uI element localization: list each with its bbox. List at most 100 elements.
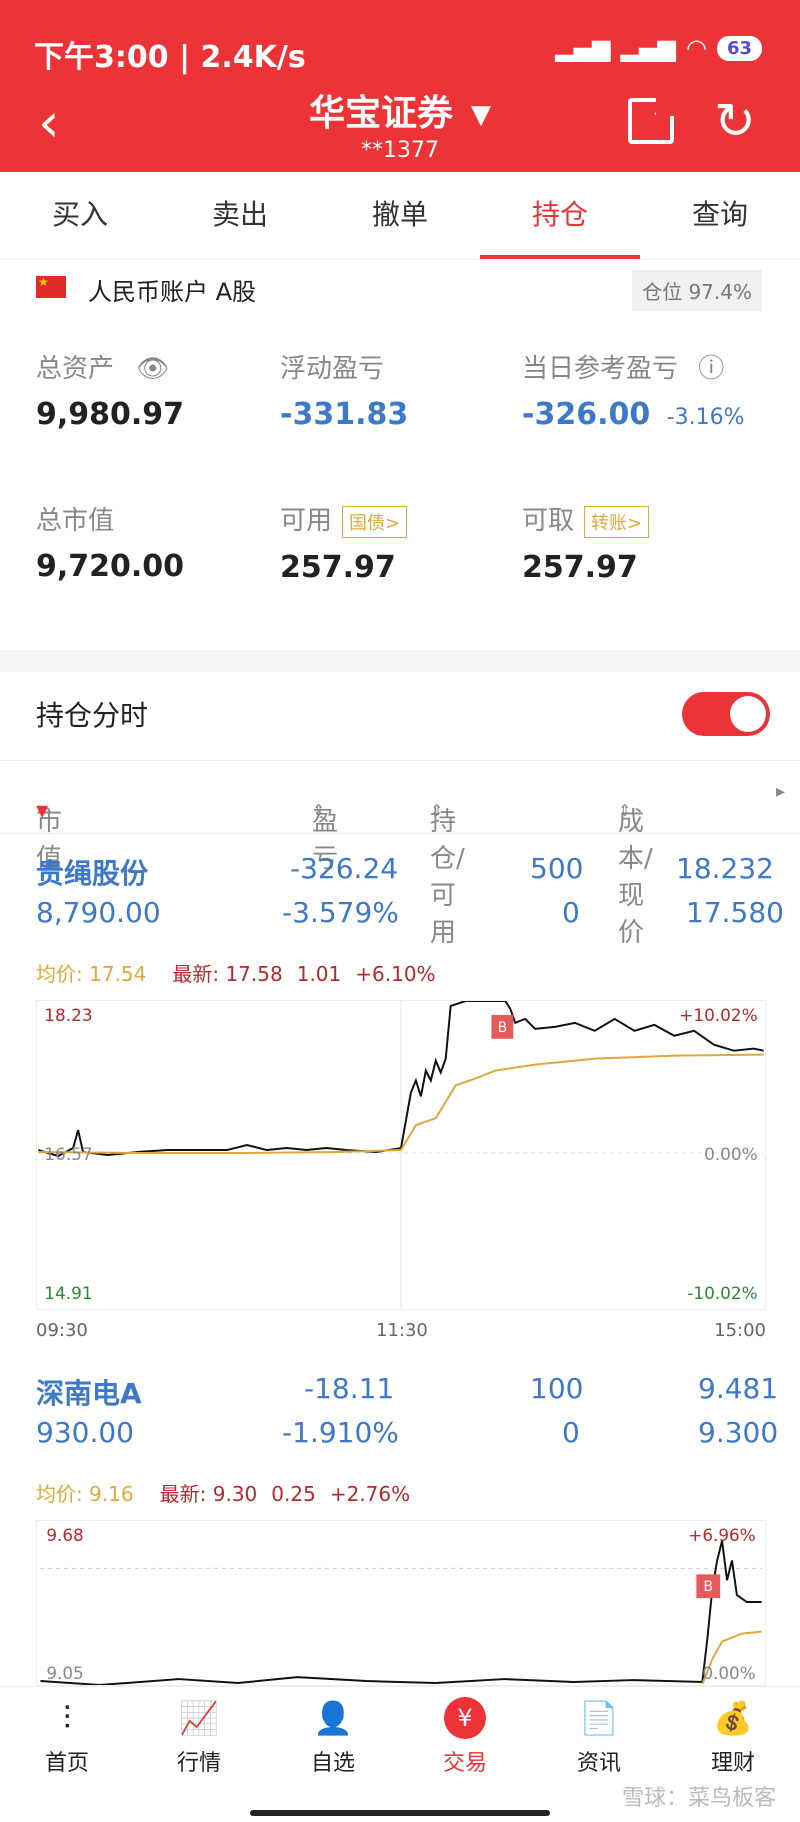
share-icon[interactable]: ↗ (628, 92, 676, 144)
stock-qty: 100 (530, 1372, 584, 1405)
buy-marker-label: B (704, 1579, 714, 1595)
transfer-chip[interactable]: 转账> (584, 505, 650, 538)
stock-name[interactable]: 深南电A (36, 1372, 142, 1412)
chart-high: 18.23 (44, 1005, 92, 1025)
chart-low: 14.91 (44, 1283, 92, 1303)
section-title: 持仓分时 (36, 699, 149, 732)
chart-icon: 📈 (179, 1699, 219, 1737)
home-indicator[interactable] (250, 1810, 550, 1816)
intraday-toggle[interactable] (682, 692, 770, 736)
stock-pl-pct: -3.579% (282, 896, 399, 929)
section-divider (0, 650, 800, 672)
broker-name: 华宝证券 (308, 93, 453, 134)
nav-home[interactable]: ⫶ 首页 (12, 1697, 122, 1777)
tab-query[interactable]: 查询 (640, 172, 800, 259)
broker-title[interactable]: 华宝证券 ▼ (0, 84, 800, 136)
column-header: 市值 ▼ 盈亏 ⇕ 持仓/可用 ⇕ 成本/现价 ⇕ ▸ (0, 760, 800, 948)
avg-price: 均价: 17.54 (36, 962, 147, 986)
chart-high-pct: +10.02% (679, 1005, 757, 1025)
stock-cost: 18.232 (676, 852, 774, 885)
stock-name[interactable]: 贵绳股份 (36, 852, 148, 892)
nav-watchlist[interactable]: 👤 自选 (278, 1697, 388, 1777)
chart-high: 9.68 (46, 1525, 83, 1545)
chart-mid: 16.57 (44, 1144, 92, 1164)
signal-icon-2: ▂▄▆ (620, 34, 676, 62)
stock-avail: 0 (562, 1416, 580, 1449)
scroll-right-icon[interactable]: ▸ (776, 781, 785, 802)
chart-low-pct: -10.02% (687, 1283, 757, 1303)
nav-trade[interactable]: ¥ 交易 (410, 1697, 520, 1777)
daily-pl-value: -326.00 (522, 397, 651, 432)
signal-icon: ▂▄▆ (555, 34, 611, 62)
user-icon: 👤 (313, 1699, 353, 1737)
time-mid: 11:30 (376, 1320, 428, 1341)
document-icon: 📄 (579, 1699, 619, 1737)
tab-positions[interactable]: 持仓 (480, 172, 640, 259)
wifi-icon: ◠ (685, 34, 707, 62)
watermark: 雪球：菜鸟板客 (621, 1786, 776, 1811)
yen-icon: ¥ (444, 1697, 486, 1739)
withdraw-value: 257.97 (522, 549, 638, 585)
stock-mv: 8,790.00 (36, 896, 161, 929)
stock-qty: 500 (530, 852, 584, 885)
stock-price: 17.580 (686, 896, 784, 929)
stock-summary: 均价: 9.16 最新: 9.30 0.25 +2.76% (36, 1478, 410, 1507)
stock-price: 9.300 (698, 1416, 779, 1449)
total-assets-value: 9,980.97 (36, 397, 185, 432)
app-header: 下午3:00 | 2.4K/s ▂▄▆ ▂▄▆ ◠ 63 ‹ 华宝证券 ▼ **1… (0, 0, 800, 172)
nav-market[interactable]: 📈 行情 (144, 1697, 254, 1777)
latest-price: 最新: 17.58 (172, 962, 283, 986)
nav-news[interactable]: 📄 资讯 (544, 1697, 654, 1777)
daily-pl-label: 当日参考盈亏 (522, 354, 679, 384)
stock-pl: -18.11 (304, 1372, 395, 1405)
account-number: **1377 (361, 138, 439, 163)
withdraw-label: 可取 (522, 506, 575, 536)
float-pl-label: 浮动盈亏 (280, 354, 385, 384)
refresh-icon[interactable]: ↻ (714, 92, 756, 150)
treasury-chip[interactable]: 国债> (342, 505, 408, 538)
status-icons: ▂▄▆ ▂▄▆ ◠ 63 (555, 34, 762, 62)
price-change-pct: +2.76% (329, 1482, 411, 1506)
chart-high-pct: +6.96% (688, 1525, 755, 1545)
price-change: 0.25 (271, 1482, 316, 1506)
tab-sell[interactable]: 卖出 (160, 172, 320, 259)
chart-mid: 9.05 (46, 1663, 83, 1683)
intraday-chart-2: B 9.68 9.05 +6.96% 0.00% (36, 1520, 766, 1686)
nav-wealth[interactable]: 💰 理财 (678, 1697, 788, 1777)
available-label: 可用 (280, 506, 333, 536)
status-time: 下午3:00 | 2.4K/s (34, 40, 306, 75)
time-end: 15:00 (714, 1320, 766, 1341)
float-pl-value: -331.83 (280, 397, 409, 432)
candlestick-icon: ⫶ (62, 1699, 71, 1737)
daily-pl-pct: -3.16% (666, 405, 745, 430)
bottom-nav: ⫶ 首页 📈 行情 👤 自选 ¥ 交易 📄 资讯 💰 理财 雪球：菜鸟板客 (0, 1686, 800, 1822)
stock-summary: 均价: 17.54 最新: 17.58 1.01 +6.10% (36, 958, 436, 987)
stock-cost: 9.481 (698, 1372, 779, 1405)
stock-avail: 0 (562, 896, 580, 929)
tab-cancel[interactable]: 撤单 (320, 172, 480, 259)
tab-buy[interactable]: 买入 (0, 172, 160, 259)
price-change: 1.01 (296, 962, 342, 986)
buy-marker-label: B (498, 1020, 508, 1036)
avg-price: 均价: 9.16 (36, 1482, 134, 1506)
account-type: 人民币账户 A股 (88, 278, 257, 306)
intraday-chart-1: B 18.23 16.57 14.91 +10.02% 0.00% -10.02… (36, 1000, 766, 1310)
stock-pl-pct: -1.910% (282, 1416, 399, 1449)
money-bag-icon: 💰 (713, 1699, 753, 1737)
market-value: 9,720.00 (36, 549, 185, 584)
stock-mv: 930.00 (36, 1416, 134, 1449)
chart-zero-pct: 0.00% (704, 1144, 758, 1164)
market-value-label: 总市值 (36, 506, 115, 536)
chart-zero-pct: 0.00% (702, 1663, 755, 1683)
price-line (40, 1540, 762, 1685)
info-icon[interactable]: ⓘ (698, 354, 724, 384)
available-value: 257.97 (280, 549, 396, 585)
price-change-pct: +6.10% (355, 962, 436, 986)
dropdown-caret-icon: ▼ (471, 100, 491, 130)
latest-price: 最新: 9.30 (159, 1482, 258, 1506)
account-bar: 人民币账户 A股 仓位 97.4% (0, 270, 800, 314)
time-start: 09:30 (36, 1320, 88, 1341)
eye-icon[interactable]: 👁 (136, 354, 169, 384)
position-ratio-badge: 仓位 97.4% (632, 270, 762, 311)
stock-pl: -326.24 (290, 852, 399, 885)
